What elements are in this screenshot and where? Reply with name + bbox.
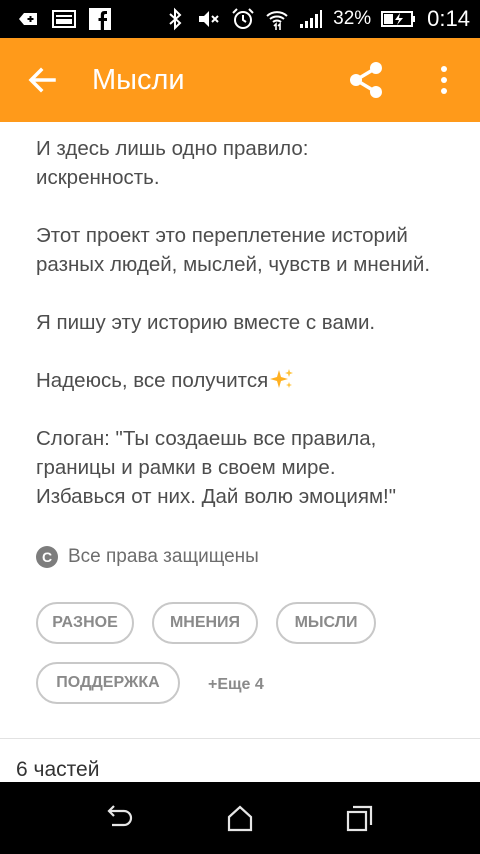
arrow-left-icon[interactable] [22, 60, 62, 100]
status-notifications [16, 7, 112, 31]
battery-percent: 32% [333, 8, 372, 29]
tag-mysli[interactable]: МЫСЛИ [276, 602, 376, 644]
status-bar: 32% 0:14 [0, 0, 480, 38]
more-tags-link[interactable]: +Еще 4 [208, 676, 264, 694]
parts-count[interactable]: 6 частей [16, 758, 99, 782]
share-icon[interactable] [344, 58, 388, 102]
status-system: 32% 0:14 [163, 5, 470, 33]
description-paragraph: Этот проект это переплетение историй раз… [36, 224, 431, 276]
more-vert-icon[interactable] [430, 60, 458, 100]
copyright-notice: C Все права защищены [36, 546, 259, 568]
description-paragraph: Надеюсь, все получится [36, 369, 269, 392]
volume-mute-icon [199, 11, 219, 27]
clock: 0:14 [427, 6, 470, 31]
bluetooth-icon [169, 7, 182, 31]
divider [0, 738, 480, 739]
nav-home-icon[interactable] [224, 804, 256, 832]
image-notification-icon [52, 10, 76, 28]
sparkles-icon [270, 369, 294, 388]
copyright-icon: C [36, 546, 58, 568]
alarm-icon [232, 8, 254, 29]
app-bar: Мысли [0, 38, 480, 122]
copyright-text: Все права защищены [68, 546, 259, 567]
tag-mneniya[interactable]: МНЕНИЯ [152, 602, 258, 644]
description-paragraph: Я пишу эту историю вместе с вами. [36, 311, 376, 334]
wifi-icon [266, 11, 288, 30]
tag-raznoe[interactable]: РАЗНОЕ [36, 602, 134, 644]
description-paragraph: И здесь лишь одно правило: искренность. [36, 137, 309, 189]
signal-icon [300, 10, 323, 28]
description-paragraph-with-emoji: Надеюсь, все получится [36, 366, 456, 395]
facebook-icon [89, 8, 111, 30]
description-paragraph: Слоган: "Ты создаешь все правила, границ… [36, 427, 397, 508]
story-description: И здесь лишь одно правило: искренность. … [36, 134, 456, 540]
navigation-bar [0, 782, 480, 854]
story-content[interactable]: И здесь лишь одно правило: искренность. … [0, 122, 480, 782]
tag-podderzhka[interactable]: ПОДДЕРЖКА [36, 662, 180, 704]
page-title: Мысли [92, 64, 185, 96]
notification-add-icon [19, 13, 37, 25]
nav-back-icon[interactable] [104, 804, 136, 832]
nav-recents-icon[interactable] [344, 804, 376, 832]
battery-charging-icon [381, 11, 416, 27]
